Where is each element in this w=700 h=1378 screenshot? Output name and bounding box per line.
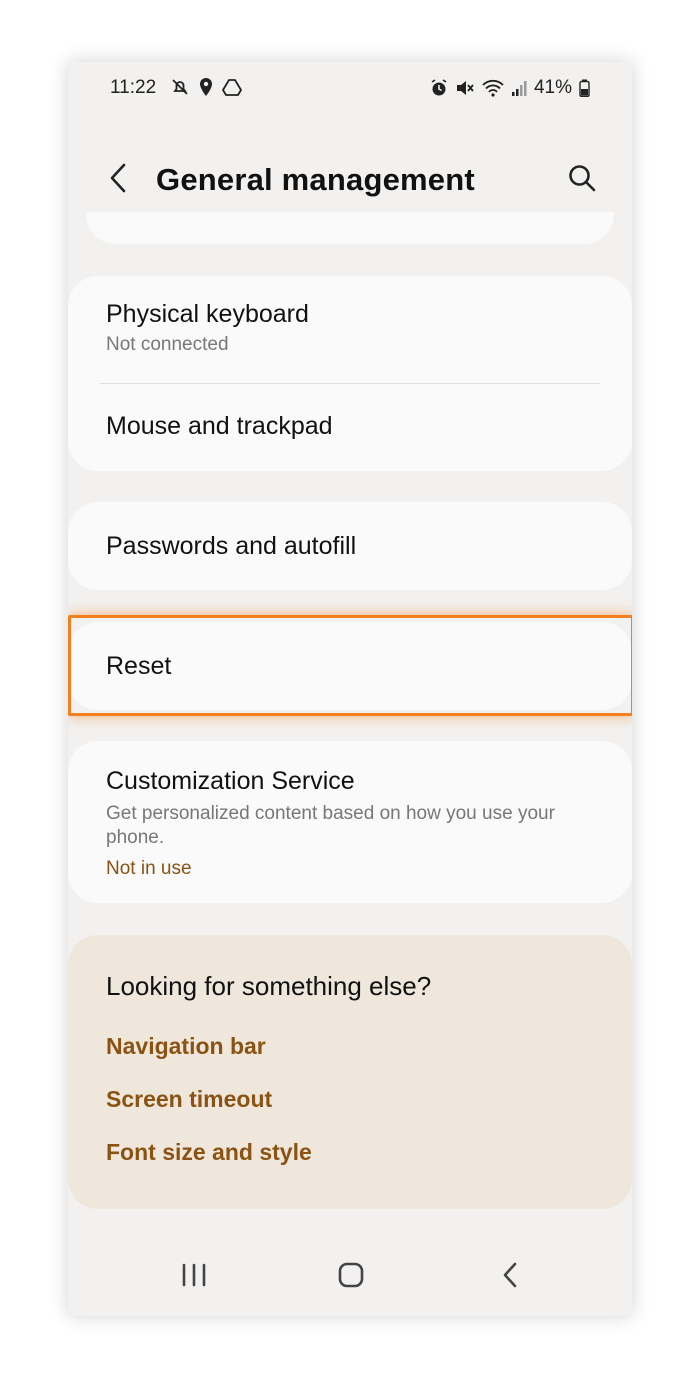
recents-icon: [181, 1263, 207, 1292]
passwords-card: Passwords and autofill: [68, 502, 632, 590]
mouse-trackpad-item[interactable]: Mouse and trackpad: [106, 412, 594, 441]
app-bar: General management: [68, 152, 632, 208]
battery-percent: 41%: [533, 77, 572, 98]
notifications-off-icon: [170, 77, 190, 97]
suggestion-navigation-bar[interactable]: Navigation bar: [106, 1033, 266, 1060]
chevron-left-icon: [109, 163, 127, 198]
input-devices-card: Physical keyboard Not connected Mouse an…: [68, 276, 632, 471]
phone-screen: 11:22 41% General management Physical ke…: [68, 62, 632, 1316]
customization-service-item[interactable]: Customization Service Get personalized c…: [106, 767, 594, 880]
passwords-autofill-item[interactable]: Passwords and autofill: [106, 532, 594, 561]
mute-icon: [455, 79, 475, 97]
mouse-trackpad-title: Mouse and trackpad: [106, 412, 333, 440]
home-icon: [338, 1262, 364, 1293]
reset-card: Reset: [68, 622, 632, 710]
status-bar: 11:22 41%: [68, 62, 632, 114]
suggestions-title: Looking for something else?: [106, 971, 432, 1001]
wifi-icon: [482, 79, 504, 97]
status-right-icons: 41%: [430, 77, 590, 99]
passwords-autofill-title: Passwords and autofill: [106, 532, 357, 560]
status-left-icons: [170, 77, 242, 97]
customization-status: Not in use: [106, 858, 192, 879]
suggestion-screen-timeout[interactable]: Screen timeout: [106, 1086, 272, 1113]
system-nav-bar: [68, 1252, 632, 1302]
home-button[interactable]: [321, 1252, 381, 1302]
battery-icon: [579, 79, 590, 97]
status-time: 11:22: [110, 77, 157, 98]
signal-icon: [511, 79, 527, 97]
physical-keyboard-item[interactable]: Physical keyboard Not connected: [106, 300, 594, 357]
drive-icon: [222, 78, 242, 96]
nav-back-button[interactable]: [480, 1252, 540, 1302]
physical-keyboard-title: Physical keyboard: [106, 300, 309, 328]
scrolled-card-edge: [86, 212, 614, 244]
page-title: General management: [156, 162, 475, 197]
suggestion-font-size-style[interactable]: Font size and style: [106, 1139, 312, 1166]
recents-button[interactable]: [164, 1252, 224, 1302]
customization-title: Customization Service: [106, 767, 355, 795]
physical-keyboard-subtitle: Not connected: [106, 334, 229, 355]
back-button[interactable]: [98, 158, 138, 202]
reset-item[interactable]: Reset: [106, 652, 594, 681]
location-icon: [198, 77, 214, 97]
reset-title: Reset: [106, 652, 172, 680]
divider: [100, 383, 600, 384]
customization-card: Customization Service Get personalized c…: [68, 741, 632, 903]
search-button[interactable]: [560, 158, 604, 202]
customization-subtitle: Get personalized content based on how yo…: [106, 803, 555, 848]
search-icon: [567, 163, 597, 198]
back-icon: [502, 1262, 518, 1293]
alarm-icon: [430, 79, 448, 97]
suggestions-card: Looking for something else? Navigation b…: [68, 935, 632, 1209]
